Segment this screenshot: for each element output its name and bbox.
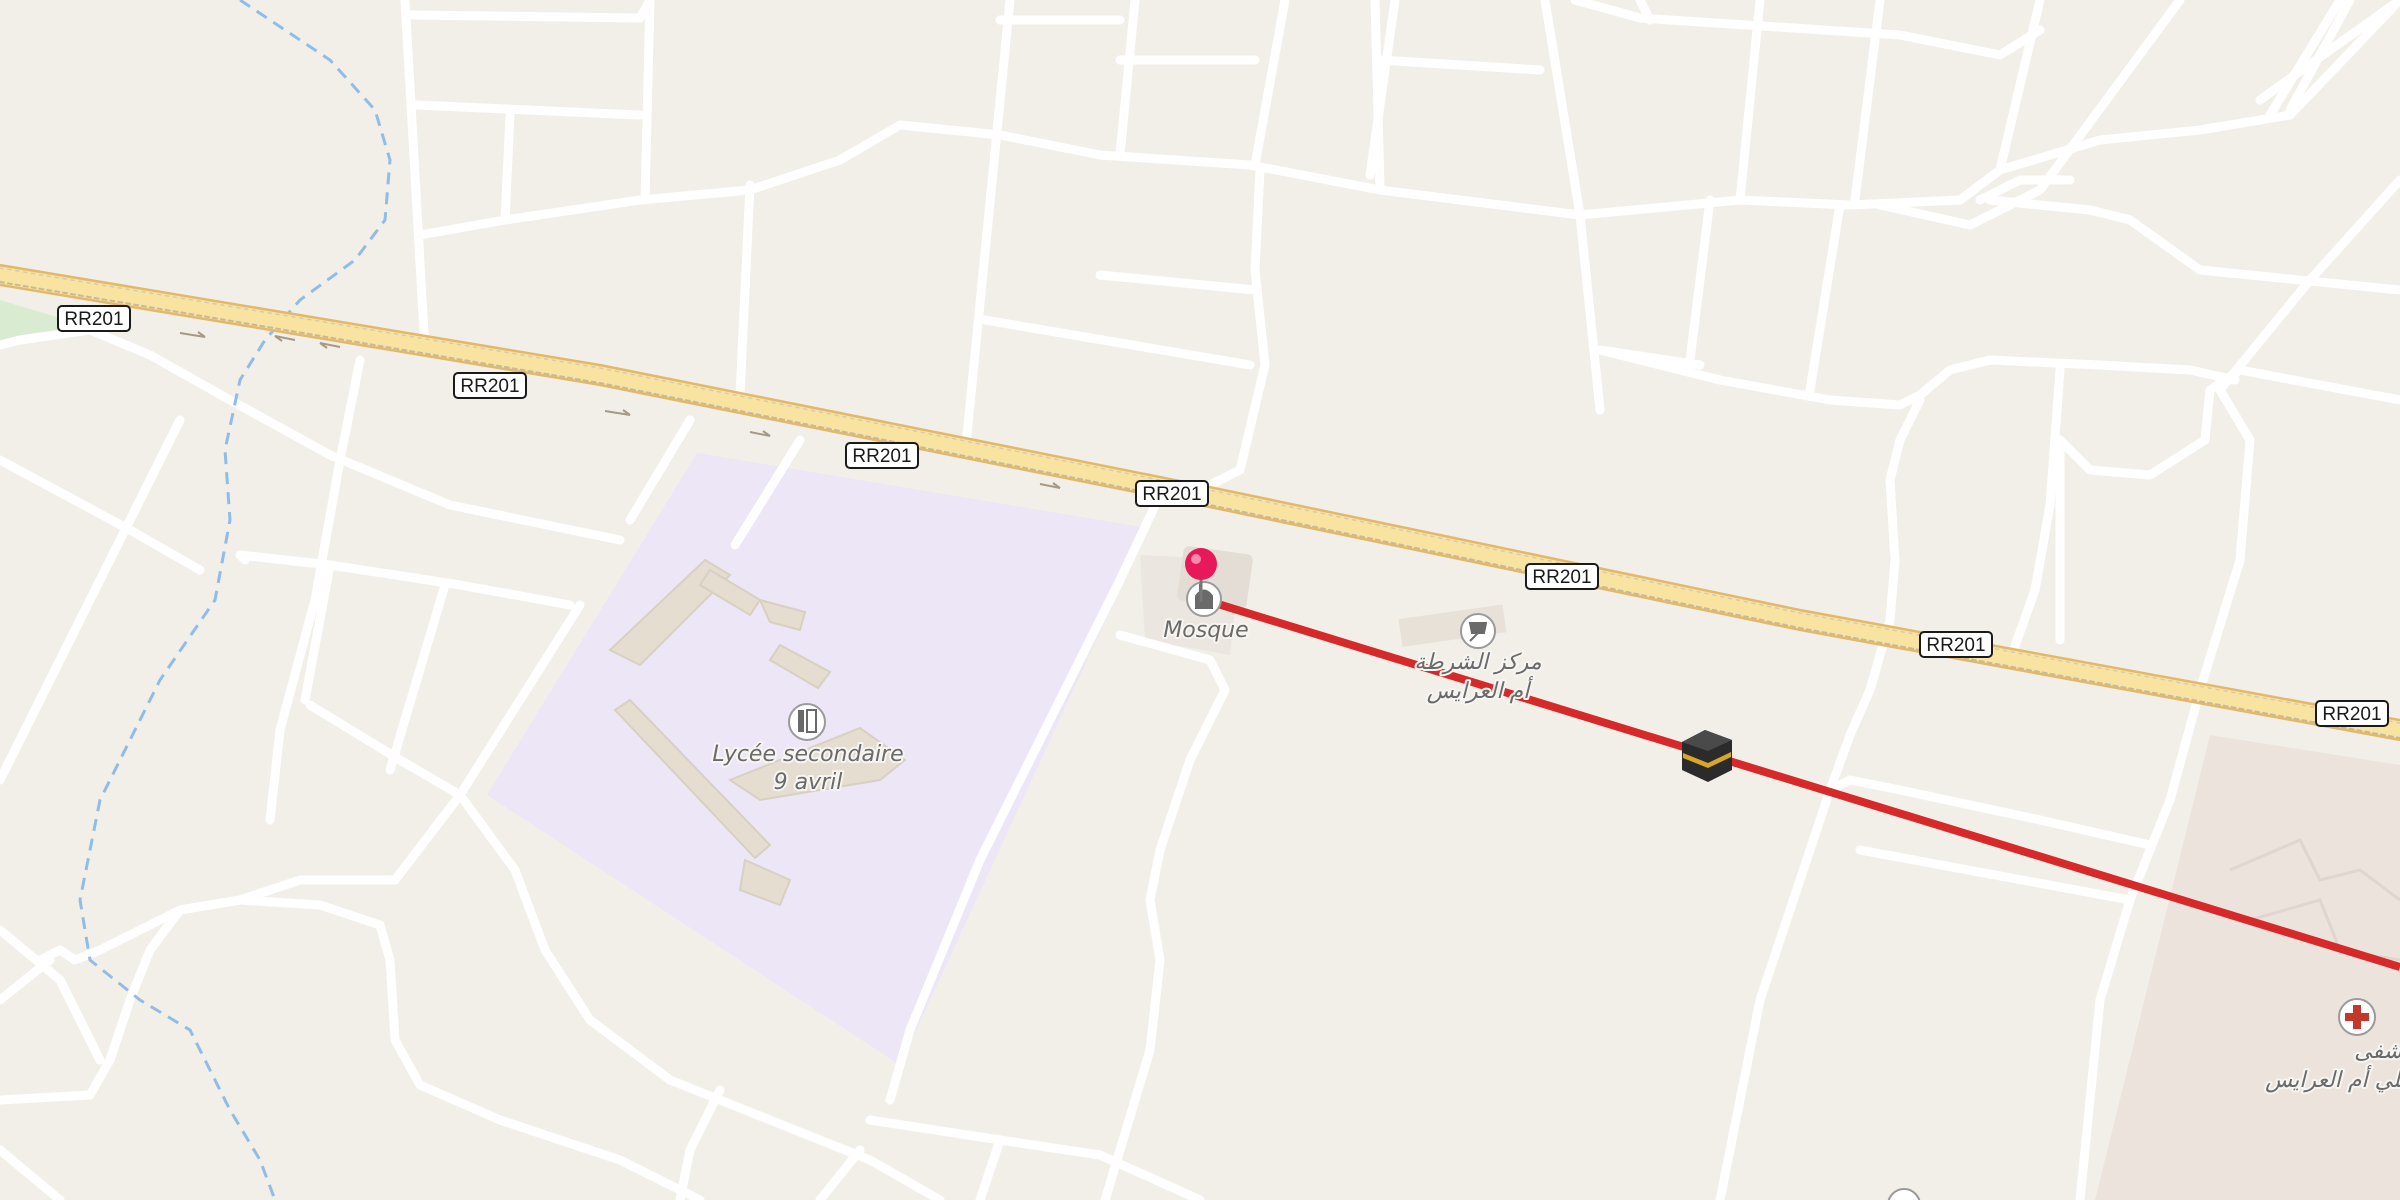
svg-text:RR201: RR201 [1142,484,1201,505]
pin-highlight [1191,554,1201,564]
pin-icon [1185,548,1217,580]
map-canvas[interactable]: RR201 RR201 RR201 RR201 RR201 RR201 RR20… [0,0,2400,1200]
road-shield: RR201 [1135,480,1209,507]
mosque-label: Mosque [1163,618,1248,643]
svg-text:RR201: RR201 [64,309,123,330]
road-shield: RR201 [453,372,527,399]
school-label-line2: 9 avril [774,770,843,795]
road-shield: RR201 [1919,631,1993,658]
svg-text:RR201: RR201 [852,446,911,467]
hospital-cross-h [2345,1013,2369,1021]
svg-text:RR201: RR201 [1532,567,1591,588]
road-shield: RR201 [1525,563,1599,590]
road-shield: RR201 [845,442,919,469]
school-label-line1: Lycée secondaire [712,742,903,767]
school-glyph [798,710,804,732]
police-label-line2: أم العرايس [1427,676,1534,704]
road-shield: RR201 [57,305,131,332]
hospital-label-line1: المستشفى [2354,1039,2400,1064]
police-label-line1: مركز الشرطة [1414,650,1542,675]
svg-text:RR201: RR201 [460,376,519,397]
road-shield: RR201 [2315,700,2389,727]
svg-text:RR201: RR201 [1926,635,1985,656]
svg-text:RR201: RR201 [2322,704,2381,725]
hospital-label-line2: المحلي أم العرايس [2265,1065,2400,1093]
